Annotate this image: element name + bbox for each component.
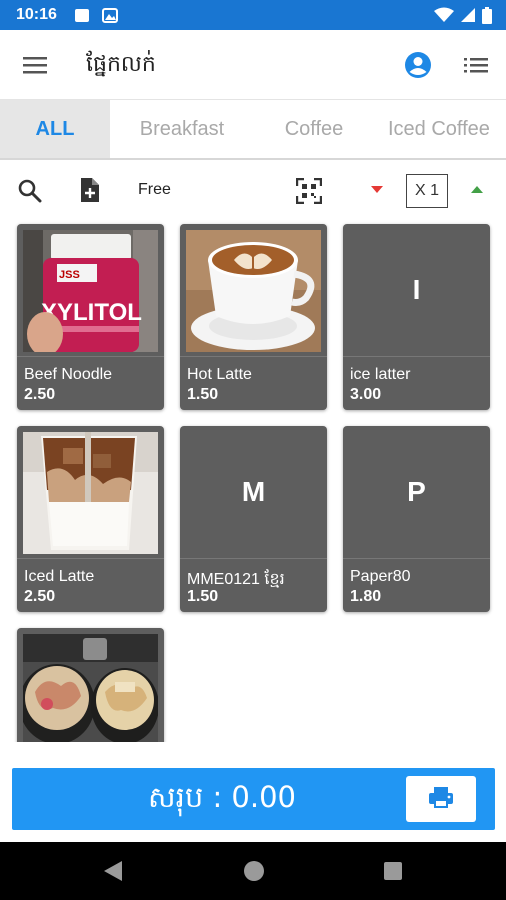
battery-icon: [482, 6, 492, 24]
product-price: 1.80: [350, 588, 382, 605]
product-price: 3.00: [350, 386, 382, 403]
system-navigation-bar: [0, 842, 506, 900]
search-icon[interactable]: [17, 178, 42, 203]
product-initial: M: [241, 476, 266, 507]
increase-icon[interactable]: [471, 185, 483, 193]
product-card[interactable]: I ice latter 3.00: [343, 224, 490, 410]
status-bar: 10:16: [0, 0, 506, 30]
tab-iced-coffee[interactable]: Iced Coffee: [388, 100, 506, 158]
wifi-icon: [434, 7, 454, 22]
hamburger-menu-icon[interactable]: [20, 52, 50, 78]
product-grid: JSS XYLITOL Beef Noodle 2.50 Hot Latte 1…: [0, 218, 506, 742]
product-price: 1.50: [187, 588, 219, 605]
notification-square-icon: [75, 9, 89, 22]
svg-text:JSS: JSS: [59, 269, 80, 281]
free-toggle[interactable]: Free: [138, 181, 171, 199]
gallery-notification-icon: [102, 8, 118, 23]
card-divider: [343, 356, 490, 357]
product-name: Iced Latte: [24, 568, 95, 585]
product-card[interactable]: M MME0121 ខ្មែរ 1.50: [180, 426, 327, 612]
account-icon[interactable]: [404, 51, 432, 79]
status-time: 10:16: [16, 6, 57, 23]
product-image-latte-art-cup: [186, 230, 321, 352]
total-amount: សរុប : 0.00: [148, 780, 297, 814]
tab-all[interactable]: ALL: [0, 100, 110, 158]
product-name: ice latter: [350, 366, 411, 383]
product-name: Hot Latte: [187, 366, 252, 383]
product-card[interactable]: P Paper80 1.80: [343, 426, 490, 612]
list-view-icon[interactable]: [462, 54, 490, 76]
product-price: 2.50: [24, 386, 56, 403]
product-initial: P: [407, 476, 426, 507]
card-divider: [343, 558, 490, 559]
product-image-xylitol-jar: JSS XYLITOL: [23, 230, 158, 352]
tab-breakfast[interactable]: Breakfast: [118, 100, 246, 158]
card-divider: [17, 558, 164, 559]
status-icons: [434, 6, 492, 24]
product-name: Beef Noodle: [24, 366, 113, 383]
qr-scan-icon[interactable]: [296, 178, 322, 204]
home-icon[interactable]: [243, 860, 265, 882]
product-card[interactable]: [17, 628, 164, 742]
app-bar: ផ្នែកលក់: [0, 30, 506, 100]
print-button[interactable]: [406, 776, 476, 822]
toolbar: Free X 1: [0, 162, 506, 218]
card-divider: [180, 558, 327, 559]
product-card[interactable]: JSS XYLITOL Beef Noodle 2.50: [17, 224, 164, 410]
card-divider: [17, 356, 164, 357]
back-icon[interactable]: [102, 859, 124, 883]
add-file-icon[interactable]: [79, 176, 101, 204]
quantity-multiplier[interactable]: X 1: [406, 174, 448, 208]
signal-icon: [461, 8, 475, 22]
category-tabs: ALL Breakfast Coffee Iced Coffee: [0, 100, 506, 160]
product-card[interactable]: Hot Latte 1.50: [180, 224, 327, 410]
tab-coffee[interactable]: Coffee: [262, 100, 366, 158]
product-initial: I: [412, 274, 421, 305]
page-title: ផ្នែកលក់: [86, 52, 156, 77]
total-bar: សរុប : 0.00: [12, 768, 495, 830]
product-price: 1.50: [187, 386, 219, 403]
recents-icon[interactable]: [383, 861, 403, 881]
product-image-noodle-bowls: [23, 634, 158, 742]
product-price: 2.50: [24, 588, 56, 605]
product-card[interactable]: Iced Latte 2.50: [17, 426, 164, 612]
product-name: Paper80: [350, 568, 411, 585]
decrease-icon[interactable]: [371, 186, 383, 194]
card-divider: [180, 356, 327, 357]
product-image-iced-latte-glass: [23, 432, 158, 554]
printer-icon: [429, 787, 453, 808]
